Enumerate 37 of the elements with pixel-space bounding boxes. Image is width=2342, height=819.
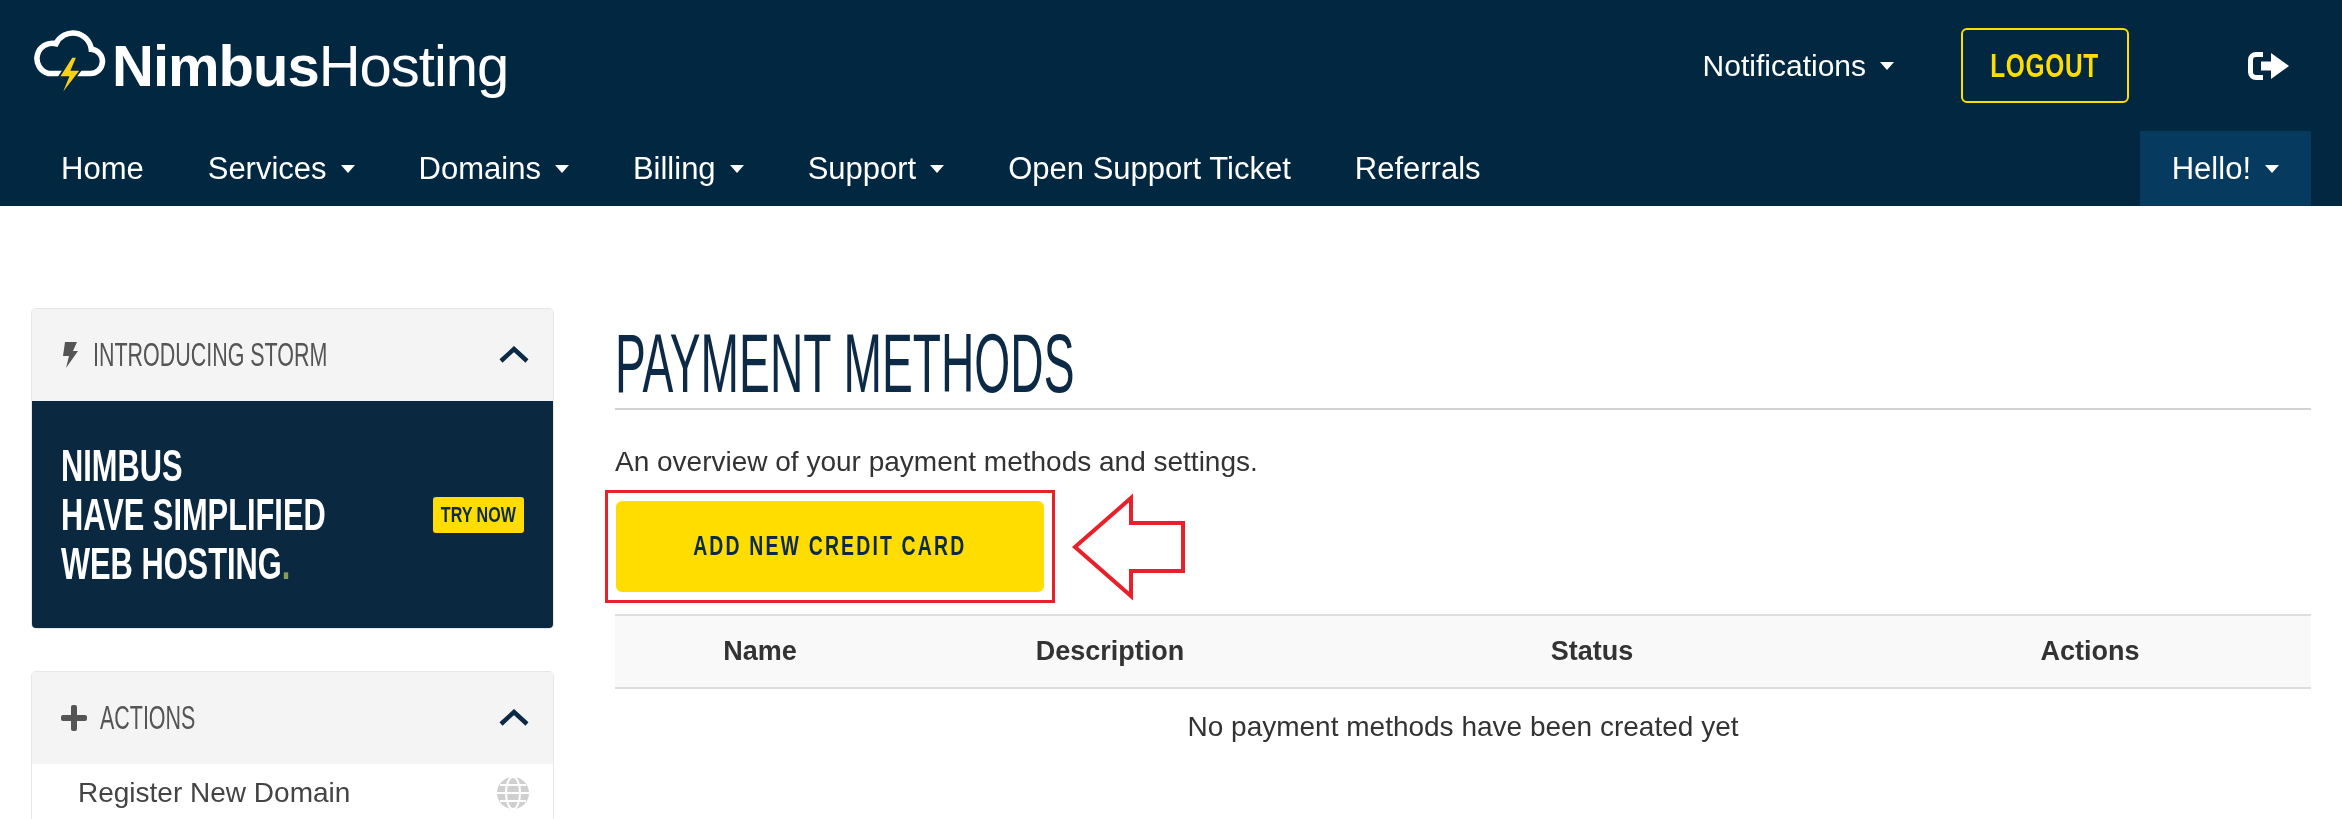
- page-description: An overview of your payment methods and settings.: [615, 445, 1259, 479]
- column-header: Name: [723, 636, 797, 666]
- sign-out-icon[interactable]: [2248, 50, 2290, 81]
- nav-link[interactable]: Referrals: [1322, 131, 1513, 206]
- caret-icon: [930, 164, 945, 173]
- column-header: Description: [1035, 636, 1185, 666]
- notifications-menu[interactable]: Notifications: [1702, 48, 1894, 83]
- column-header: Actions: [2040, 636, 2140, 666]
- nav-link[interactable]: Open Support Ticket: [976, 131, 1323, 206]
- left-arrow-icon: [1071, 492, 1187, 601]
- column-header: Status: [1550, 636, 1634, 666]
- plus-icon: [61, 705, 87, 731]
- page-title: PAYMENT METHODS: [615, 321, 1075, 405]
- caret-icon: [554, 164, 569, 173]
- caret-icon: [729, 164, 744, 173]
- nav-link[interactable]: Home: [29, 131, 176, 206]
- panel-title: ACTIONS: [100, 698, 196, 738]
- panel-title: INTRODUCING STORM: [93, 335, 328, 375]
- logout-button[interactable]: LOGOUT: [1961, 28, 2129, 103]
- try-now-button[interactable]: TRY NOW: [433, 496, 524, 533]
- nav-link[interactable]: Domains: [386, 131, 601, 206]
- caret-icon: [340, 164, 355, 173]
- chevron-up-icon[interactable]: [498, 709, 530, 727]
- add-credit-card-button[interactable]: ADD NEW CREDIT CARD: [616, 501, 1044, 592]
- lightning-icon: [61, 342, 78, 368]
- globe-icon: [496, 776, 530, 810]
- caret-icon: [1880, 61, 1894, 70]
- nav-link[interactable]: Billing: [600, 131, 776, 206]
- nav-link[interactable]: Support: [775, 131, 977, 206]
- nav-link[interactable]: Services: [175, 131, 387, 206]
- sidebar-link[interactable]: Register New Domain: [32, 764, 553, 819]
- caret-icon: [2265, 164, 2279, 173]
- user-menu[interactable]: Hello!: [2139, 131, 2311, 206]
- chevron-up-icon[interactable]: [498, 346, 530, 364]
- logo-link[interactable]: NimbusHosting: [30, 29, 509, 102]
- banner-heading: NIMBUS HAVE SIMPLIFIED WEB HOSTING.: [61, 441, 326, 588]
- empty-table-message: No payment methods have been created yet: [1187, 710, 1739, 744]
